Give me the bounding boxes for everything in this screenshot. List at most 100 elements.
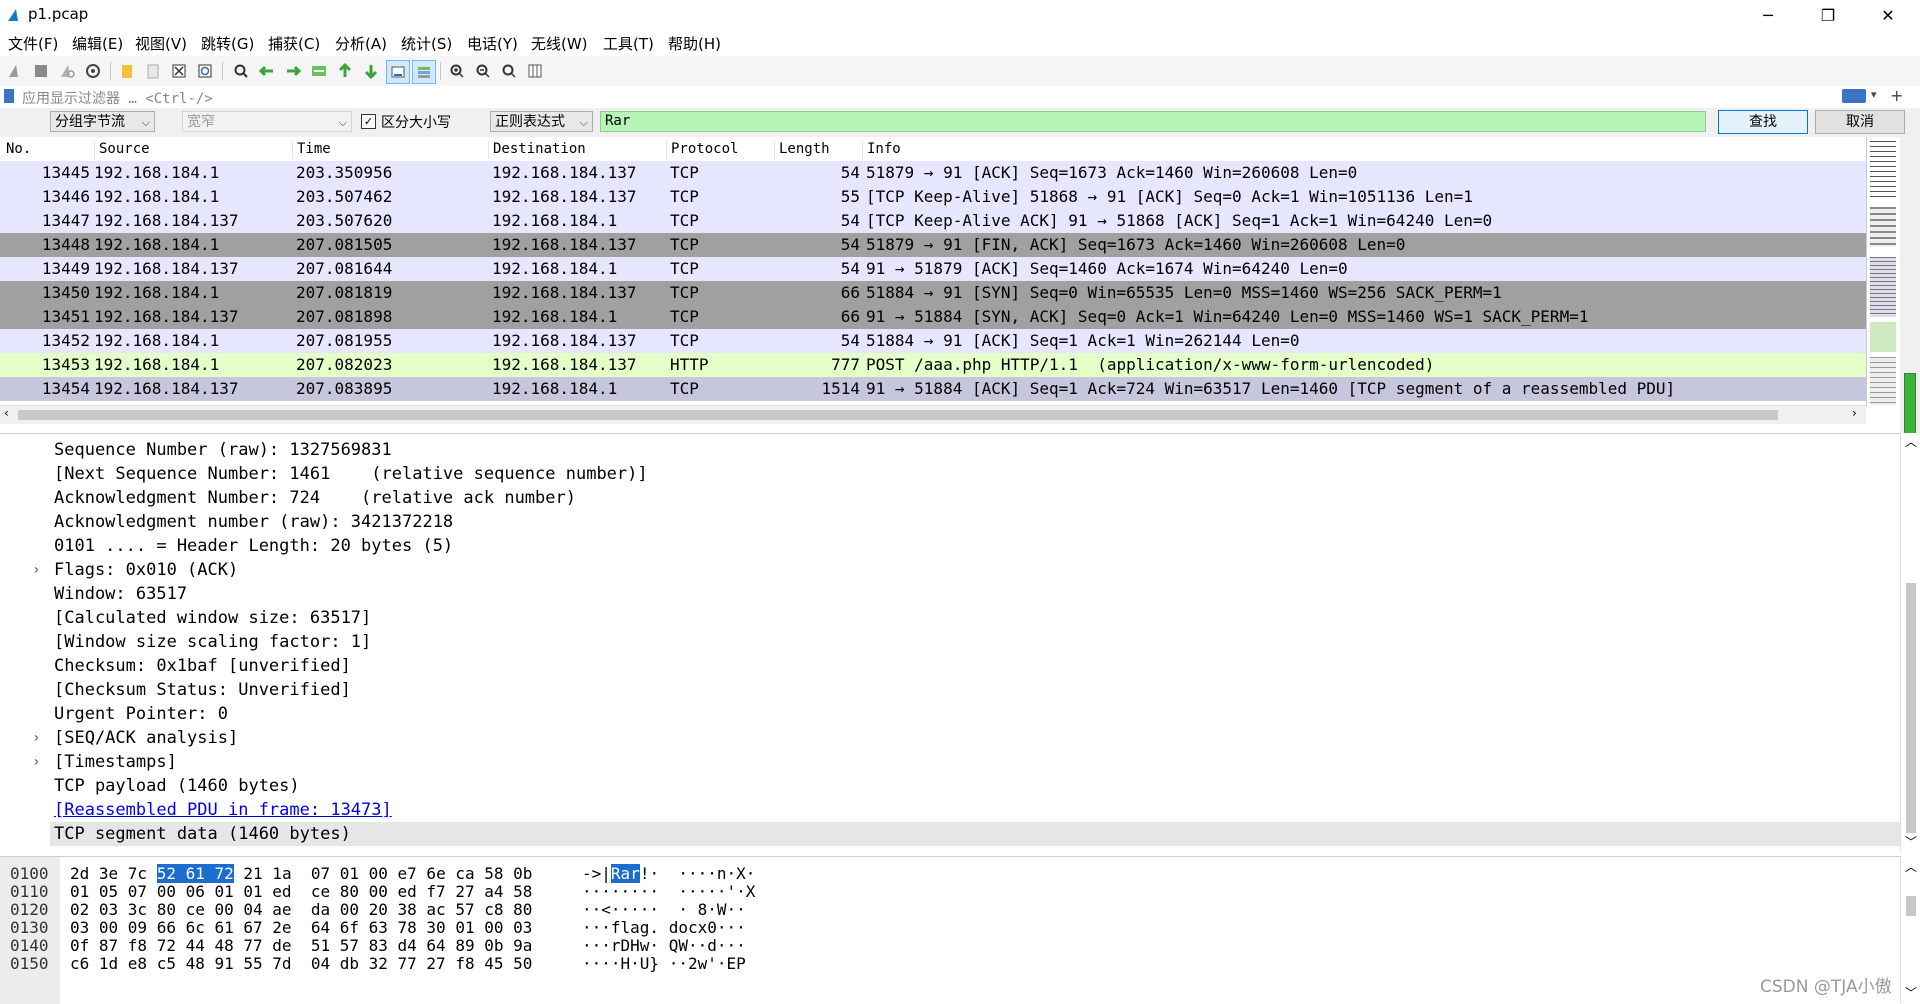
reassembled-pdu-link[interactable]: [Reassembled PDU in frame: 13473] xyxy=(54,800,392,820)
expand-chevron-icon[interactable]: › xyxy=(32,730,40,746)
start-capture-icon[interactable] xyxy=(4,60,26,82)
maximize-button[interactable]: ❐ xyxy=(1800,0,1856,30)
colorize-icon[interactable] xyxy=(412,60,436,84)
find-button[interactable]: 查找 xyxy=(1718,110,1808,134)
packet-row[interactable]: 13448 192.168.184.1 207.081505 192.168.184.… xyxy=(0,233,1866,257)
packet-row[interactable]: 13449 192.168.184.137 207.081644 192.168.18… xyxy=(0,257,1866,281)
autoscroll-icon[interactable] xyxy=(386,60,410,84)
apply-filter-arrow-icon[interactable] xyxy=(1842,89,1866,103)
scroll-down-icon[interactable]: ﹀ xyxy=(1905,984,1917,1001)
scroll-up-icon[interactable]: ︿ xyxy=(1905,858,1917,875)
normal-size-icon[interactable] xyxy=(498,60,520,82)
bookmark-icon[interactable] xyxy=(4,89,14,103)
packet-bytes[interactable]: 0100 2d 3e 7c 52 61 72 21 1a 07 01 00 e7 … xyxy=(0,856,1900,1004)
hscroll-thumb[interactable] xyxy=(18,410,1778,420)
menu-telephony[interactable]: 电话(Y) xyxy=(467,33,518,54)
col-time[interactable]: Time xyxy=(292,141,331,159)
detail-line[interactable]: Checksum: 0x1baf [unverified] xyxy=(54,654,351,678)
packet-row[interactable]: 13447 192.168.184.137 203.507620 192.168.18… xyxy=(0,209,1866,233)
details-scrollbar[interactable]: ︿ ﹀ xyxy=(1900,433,1920,851)
menu-help[interactable]: 帮助(H) xyxy=(668,33,721,54)
open-file-icon[interactable] xyxy=(116,60,138,82)
resize-columns-icon[interactable] xyxy=(524,60,546,82)
add-filter-button-icon[interactable]: + xyxy=(1890,86,1903,105)
case-sensitive-checkbox[interactable]: ✓ xyxy=(361,114,376,129)
capture-options-icon[interactable] xyxy=(82,60,104,82)
restart-capture-icon[interactable] xyxy=(56,60,78,82)
packet-row[interactable]: 13454 192.168.184.137 207.083895 192.168.18… xyxy=(0,377,1866,401)
packet-source: 192.168.184.137 xyxy=(94,379,239,398)
col-length[interactable]: Length xyxy=(774,141,830,159)
packet-details[interactable]: Sequence Number (raw): 1327569831 [Next S… xyxy=(0,433,1904,852)
packet-list-hscroll[interactable]: ‹ › xyxy=(0,405,1866,424)
cancel-button[interactable]: 取消 xyxy=(1815,110,1905,134)
detail-line[interactable]: Acknowledgment number (raw): 3421372218 xyxy=(54,510,453,534)
menu-file[interactable]: 文件(F) xyxy=(8,33,58,54)
col-no[interactable]: No. xyxy=(2,141,31,159)
menu-capture[interactable]: 捕获(C) xyxy=(268,33,320,54)
detail-line[interactable]: Flags: 0x010 (ACK) xyxy=(54,558,238,582)
zoom-in-icon[interactable] xyxy=(446,60,468,82)
detail-line[interactable]: [Calculated window size: 63517] xyxy=(54,606,371,630)
packet-list[interactable]: No. Source Time Destination Protocol Len… xyxy=(0,137,1900,407)
menu-statistics[interactable]: 统计(S) xyxy=(401,33,452,54)
expand-chevron-icon[interactable]: › xyxy=(32,562,40,578)
packet-row[interactable]: 13450 192.168.184.1 207.081819 192.168.184.… xyxy=(0,281,1866,305)
filter-history-chevron-icon[interactable]: ▾ xyxy=(1871,88,1877,101)
col-info[interactable]: Info xyxy=(862,141,901,159)
expand-chevron-icon[interactable]: › xyxy=(32,754,40,770)
detail-line[interactable]: Window: 63517 xyxy=(54,582,187,606)
hex-ascii[interactable]: ····H·U} ··2w'·EP xyxy=(582,953,746,975)
packet-row[interactable]: 13446 192.168.184.1 203.507462 192.168.184.… xyxy=(0,185,1866,209)
go-back-icon[interactable] xyxy=(256,60,278,82)
detail-line[interactable]: [Reassembled PDU in frame: 13473] xyxy=(54,798,392,822)
detail-line[interactable]: [Window size scaling factor: 1] xyxy=(54,630,371,654)
menu-analyze[interactable]: 分析(A) xyxy=(335,33,387,54)
detail-line[interactable]: 0101 .... = Header Length: 20 bytes (5) xyxy=(54,534,453,558)
detail-line[interactable]: Acknowledgment Number: 724 (relative ack… xyxy=(54,486,576,510)
close-button[interactable]: ✕ xyxy=(1860,0,1916,30)
packet-row[interactable]: 13453 192.168.184.1 207.082023 192.168.184.… xyxy=(0,353,1866,377)
close-file-icon[interactable] xyxy=(168,60,190,82)
detail-line[interactable]: Urgent Pointer: 0 xyxy=(54,702,228,726)
detail-line[interactable]: [SEQ/ACK analysis] xyxy=(54,726,238,750)
menu-tools[interactable]: 工具(T) xyxy=(603,33,654,54)
minimize-button[interactable]: ─ xyxy=(1740,0,1796,30)
zoom-out-icon[interactable] xyxy=(472,60,494,82)
go-to-packet-icon[interactable] xyxy=(308,60,330,82)
find-query-input[interactable]: Rar xyxy=(600,111,1706,132)
go-first-packet-icon[interactable] xyxy=(334,60,356,82)
detail-line[interactable]: [Next Sequence Number: 1461 (relative se… xyxy=(54,462,648,486)
scroll-right-icon[interactable]: › xyxy=(1852,406,1857,420)
stop-capture-icon[interactable] xyxy=(30,60,52,82)
col-source[interactable]: Source xyxy=(94,141,150,159)
menu-view[interactable]: 视图(V) xyxy=(135,33,187,54)
detail-line-selected[interactable]: TCP segment data (1460 bytes) xyxy=(50,822,1904,846)
scroll-down-icon[interactable]: ﹀ xyxy=(1905,833,1917,850)
col-destination[interactable]: Destination xyxy=(488,141,586,159)
menu-edit[interactable]: 编辑(E) xyxy=(72,33,123,54)
detail-line[interactable]: TCP payload (1460 bytes) xyxy=(54,774,300,798)
col-protocol[interactable]: Protocol xyxy=(666,141,738,159)
scroll-up-icon[interactable]: ︿ xyxy=(1905,433,1917,450)
scroll-left-icon[interactable]: ‹ xyxy=(4,406,9,420)
menu-go[interactable]: 跳转(G) xyxy=(201,33,254,54)
search-mode-select[interactable]: 正则表达式 ⌵ xyxy=(490,111,593,132)
go-last-packet-icon[interactable] xyxy=(360,60,382,82)
detail-line[interactable]: Sequence Number (raw): 1327569831 xyxy=(54,438,392,462)
detail-line[interactable]: [Timestamps] xyxy=(54,750,177,774)
hex-bytes[interactable]: c6 1d e8 c5 48 91 55 7d 04 db 32 77 27 f… xyxy=(70,953,542,975)
search-in-select[interactable]: 分组字节流 ⌵ xyxy=(50,111,155,132)
packet-row[interactable]: 13451 192.168.184.137 207.081898 192.168.18… xyxy=(0,305,1866,329)
reload-file-icon[interactable] xyxy=(194,60,216,82)
display-filter-input[interactable]: 应用显示过滤器 … <Ctrl-/> xyxy=(22,88,213,108)
menu-wireless[interactable]: 无线(W) xyxy=(531,33,588,54)
find-packet-icon[interactable] xyxy=(230,60,252,82)
packet-row[interactable]: 13445 192.168.184.1 203.350956 192.168.184.… xyxy=(0,161,1866,185)
packet-row[interactable]: 13452 192.168.184.1 207.081955 192.168.184.… xyxy=(0,329,1866,353)
packet-minimap[interactable] xyxy=(1866,137,1899,407)
detail-line[interactable]: [Checksum Status: Unverified] xyxy=(54,678,351,702)
bytes-scrollbar[interactable]: ︿ ﹀ xyxy=(1900,856,1920,1003)
save-file-icon[interactable] xyxy=(142,60,164,82)
go-forward-icon[interactable] xyxy=(282,60,304,82)
